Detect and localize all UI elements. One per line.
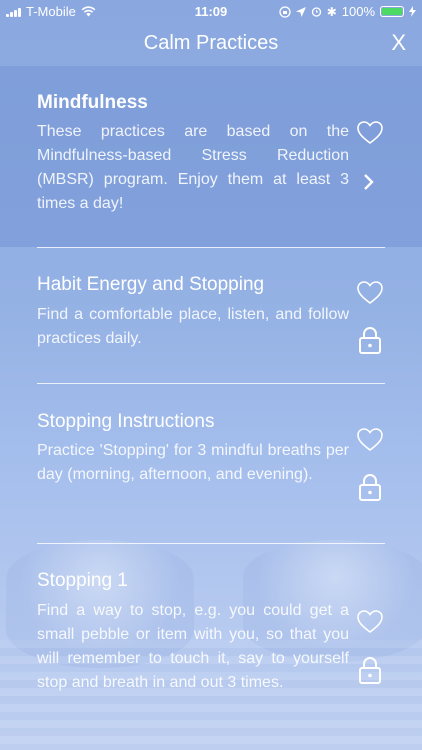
practice-item-habit-energy[interactable]: Habit Energy and Stopping Find a comfort… (0, 248, 422, 383)
heart-icon[interactable] (356, 426, 384, 454)
location-icon (295, 6, 306, 17)
practice-title: Stopping Instructions (37, 411, 215, 432)
status-bar: T-Mobile 11:09 ✱ 100% (0, 0, 422, 22)
practice-title: Mindfulness (37, 92, 148, 113)
page-title: Calm Practices (143, 32, 279, 54)
battery-icon (380, 6, 404, 17)
bluetooth-icon: ✱ (326, 4, 337, 19)
practice-description: Practice 'Stopping' for 3 mindful breath… (37, 442, 349, 483)
battery-level-fill (382, 8, 402, 15)
practice-description: Find a way to stop, e.g. you could get a… (37, 602, 349, 691)
practice-item-stopping-instructions[interactable]: Stopping Instructions Practice 'Stopping… (0, 384, 422, 543)
practice-title: Habit Energy and Stopping (37, 274, 265, 295)
chevron-right-icon[interactable] (360, 168, 378, 196)
lock-icon (359, 327, 381, 354)
status-right: ✱ 100% (279, 4, 416, 19)
lock-icon (359, 474, 381, 501)
practice-item-mindfulness[interactable]: Mindfulness These practices are based on… (0, 66, 422, 247)
practice-item-stopping-1[interactable]: Stopping 1 Find a way to stop, e.g. you … (0, 544, 422, 734)
lock-rotation-icon (279, 5, 291, 18)
practice-description: These practices are based on the Mindful… (37, 123, 349, 212)
heart-icon[interactable] (356, 279, 384, 307)
battery-percent: 100% (341, 4, 375, 19)
lock-icon (359, 657, 381, 684)
close-button[interactable]: X (391, 30, 406, 56)
nav-header: Calm Practices X (0, 22, 422, 66)
practice-description: Find a comfortable place, listen, and fo… (37, 306, 349, 347)
heart-icon[interactable] (356, 608, 384, 636)
practice-title: Stopping 1 (37, 570, 128, 591)
alarm-icon (311, 7, 321, 17)
charging-icon (409, 6, 416, 17)
heart-icon[interactable] (356, 119, 384, 147)
